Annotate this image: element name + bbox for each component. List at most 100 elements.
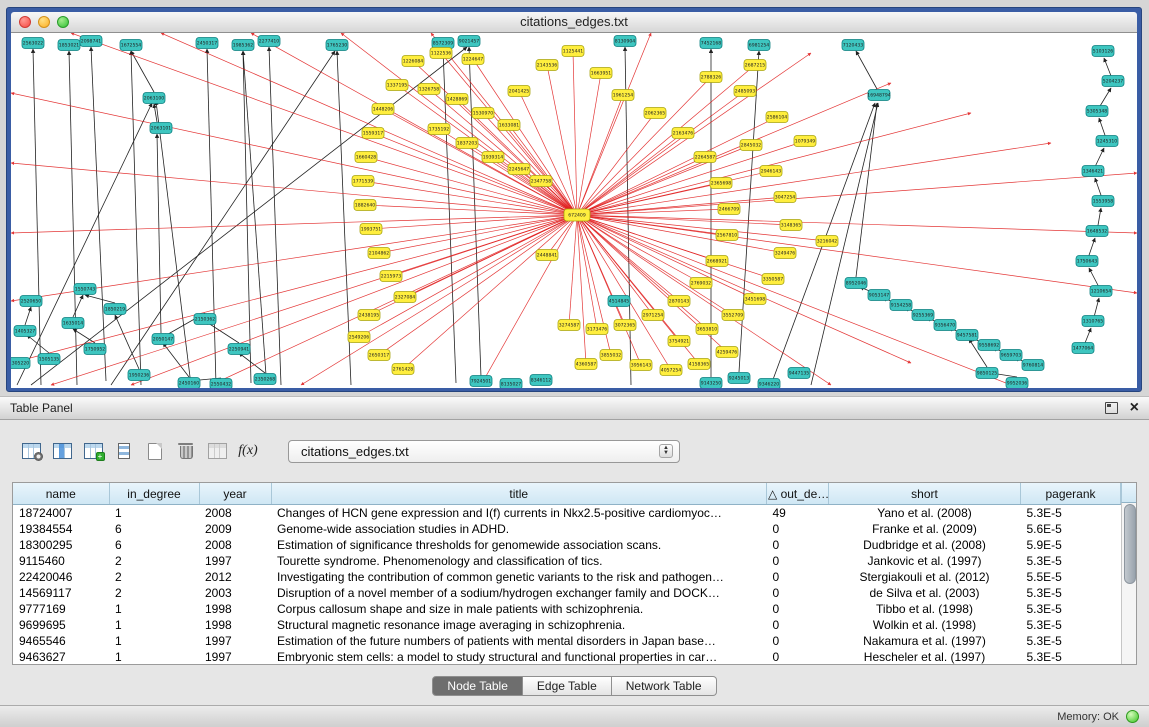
close-panel-icon[interactable]: × <box>1130 401 1139 415</box>
graph-node[interactable]: 2567810 <box>716 230 738 241</box>
minimize-window-button[interactable] <box>38 16 50 28</box>
network-window-titlebar[interactable]: citations_edges.txt <box>11 12 1137 33</box>
graph-node[interactable]: 2788326 <box>700 72 722 83</box>
graph-node[interactable]: 1224647 <box>462 54 484 65</box>
graph-node[interactable]: 1672554 <box>120 40 142 51</box>
column-header[interactable]: year <box>199 483 271 505</box>
graph-node[interactable]: 9143250 <box>700 378 722 389</box>
column-header[interactable]: name <box>13 483 109 505</box>
function-builder-button[interactable]: f(x) <box>233 438 263 465</box>
graph-node[interactable]: 8952046 <box>845 278 867 289</box>
graph-node[interactable]: 9952036 <box>1006 378 1028 389</box>
scrollbar-thumb[interactable] <box>1124 504 1136 584</box>
graph-node[interactable]: 6981254 <box>748 40 770 51</box>
graph-node[interactable]: 1477064 <box>1072 343 1094 354</box>
table-row[interactable]: 911546021997Tourette syndrome. Phenomeno… <box>13 553 1121 569</box>
table-row[interactable]: 1830029562008Estimation of significance … <box>13 537 1121 553</box>
delete-table-button[interactable] <box>171 438 201 465</box>
graph-node[interactable]: 2350268 <box>254 374 276 385</box>
select-columns-button[interactable] <box>47 438 77 465</box>
graph-node[interactable]: 9245013 <box>728 373 750 384</box>
graph-node[interactable]: 1305220 <box>11 358 30 369</box>
graph-node[interactable]: 3653810 <box>696 324 718 335</box>
graph-node[interactable]: 5204237 <box>1102 76 1124 87</box>
graph-node[interactable]: 2215973 <box>380 271 402 282</box>
graph-node[interactable]: 1635014 <box>62 318 84 329</box>
graph-node[interactable]: 4514845 <box>608 296 630 307</box>
graph-node[interactable]: 2347758 <box>530 176 552 187</box>
graph-node[interactable]: 1079349 <box>794 136 816 147</box>
graph-node[interactable]: 1245310 <box>1096 136 1118 147</box>
graph-node[interactable]: 5305348 <box>1086 106 1108 117</box>
table-row[interactable]: 2242004622012Investigating the contribut… <box>13 569 1121 585</box>
graph-node[interactable]: 2485093 <box>734 86 756 97</box>
graph-node[interactable]: 2687215 <box>744 60 766 71</box>
graph-node[interactable]: 1850219 <box>104 304 126 315</box>
graph-node[interactable]: 2769032 <box>690 278 712 289</box>
table-row[interactable]: 1938455462009Genome-wide association stu… <box>13 521 1121 537</box>
graph-node[interactable]: 3148365 <box>780 220 802 231</box>
graph-node[interactable]: 7452168 <box>700 38 722 49</box>
graph-node[interactable]: 9346220 <box>758 379 780 389</box>
graph-node[interactable]: 2245647 <box>508 164 530 175</box>
graph-node[interactable]: 2098741 <box>80 36 102 47</box>
graph-node[interactable]: 9255369 <box>912 310 934 321</box>
graph-node[interactable]: 9154258 <box>890 300 912 311</box>
edit-table-button[interactable]: + <box>78 438 108 465</box>
graph-node[interactable]: 3451698 <box>744 294 766 305</box>
graph-node[interactable]: 9850125 <box>976 368 998 379</box>
graph-node[interactable]: 9021457 <box>458 36 480 47</box>
graph-node[interactable]: 1765230 <box>326 40 348 51</box>
graph-node[interactable]: 1530970 <box>472 108 494 119</box>
graph-node[interactable]: 1985362 <box>232 40 254 51</box>
graph-node[interactable]: 1405327 <box>14 326 36 337</box>
graph-node[interactable]: 2050147 <box>152 334 174 345</box>
graph-node[interactable]: 1326758 <box>418 84 440 95</box>
graph-node[interactable]: 1771539 <box>352 176 374 187</box>
graph-node[interactable]: 2277410 <box>258 36 280 47</box>
table-settings-button[interactable] <box>16 438 46 465</box>
graph-node[interactable]: 3072365 <box>614 320 636 331</box>
graph-node[interactable]: 1961254 <box>612 90 634 101</box>
graph-node[interactable]: 2586104 <box>766 112 788 123</box>
graph-node[interactable]: 9760814 <box>1022 360 1044 371</box>
graph-node[interactable]: 2438195 <box>358 310 380 321</box>
graph-node[interactable]: 1428869 <box>446 94 468 105</box>
graph-node[interactable]: 672409 <box>564 209 590 221</box>
zoom-window-button[interactable] <box>57 16 69 28</box>
graph-node[interactable]: 1310765 <box>1082 316 1104 327</box>
graph-node[interactable]: 3216042 <box>816 236 838 247</box>
graph-node[interactable]: 9053147 <box>868 290 890 301</box>
graph-node[interactable]: 2041425 <box>508 86 530 97</box>
graph-node[interactable]: 1950236 <box>128 370 150 381</box>
graph-node[interactable]: 7924501 <box>470 376 492 387</box>
graph-node[interactable]: 1663951 <box>590 68 612 79</box>
graph-node[interactable]: 2650317 <box>368 350 390 361</box>
graph-node[interactable]: 1550743 <box>74 284 96 295</box>
graph-node[interactable]: 2365698 <box>710 178 732 189</box>
graph-node[interactable]: 1559317 <box>362 128 384 139</box>
graph-node[interactable]: 1750952 <box>84 344 106 355</box>
graph-node[interactable]: 3855032 <box>600 350 622 361</box>
graph-node[interactable]: 1210654 <box>1090 286 1112 297</box>
graph-node[interactable]: 1505135 <box>38 354 60 365</box>
tab-node-table[interactable]: Node Table <box>432 676 523 696</box>
column-header[interactable]: △ out_de… <box>767 483 829 505</box>
graph-node[interactable]: 2520650 <box>20 296 42 307</box>
graph-node[interactable]: 2549206 <box>348 332 370 343</box>
graph-node[interactable]: 9447135 <box>788 368 810 379</box>
graph-node[interactable]: 2466709 <box>718 204 740 215</box>
table-row[interactable]: 946554611997Estimation of the future num… <box>13 633 1121 649</box>
graph-node[interactable]: 1735192 <box>428 124 450 135</box>
graph-node[interactable]: 2063101 <box>150 123 172 134</box>
graph-node[interactable]: 3754921 <box>668 336 690 347</box>
graph-node[interactable]: 2450160 <box>178 378 200 389</box>
graph-node[interactable]: 3047254 <box>774 192 796 203</box>
graph-node[interactable]: 8572309 <box>432 38 454 49</box>
new-table-button[interactable] <box>140 438 170 465</box>
close-window-button[interactable] <box>19 16 31 28</box>
graph-node[interactable]: 1939314 <box>482 152 504 163</box>
graph-node[interactable]: 1660428 <box>355 152 377 163</box>
graph-node[interactable]: 2870143 <box>668 296 690 307</box>
graph-node[interactable]: 3956143 <box>630 360 652 371</box>
